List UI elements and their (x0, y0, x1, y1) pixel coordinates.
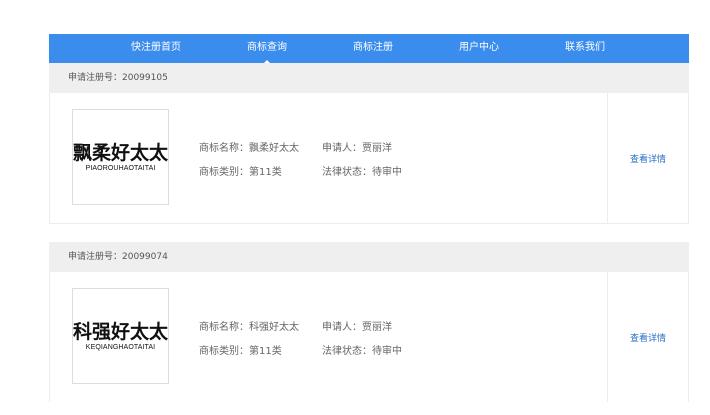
nav-trademark-register[interactable]: 商标注册 (353, 34, 393, 63)
view-details-link[interactable]: 查看详情 (630, 331, 666, 344)
nav-trademark-search[interactable]: 商标查询 (247, 34, 287, 63)
top-nav: 快注册首页 商标查询 商标注册 用户中心 联系我们 (49, 34, 689, 63)
result-card: 申请注册号：20099105 飘柔好太太 PIAOROUHAOTAITAI 商标… (49, 63, 689, 224)
column-divider (607, 272, 608, 402)
trademark-logo[interactable]: 科强好太太 KEQIANGHAOTAITAI (72, 288, 169, 384)
logo-chinese-text: 科强好太太 (73, 320, 169, 343)
trademark-category: 商标类别：第11类 (199, 167, 282, 178)
trademark-logo[interactable]: 飘柔好太太 PIAOROUHAOTAITAI (72, 109, 169, 205)
logo-pinyin-text: KEQIANGHAOTAITAI (85, 343, 156, 351)
legal-status: 法律状态：待审中 (322, 346, 402, 357)
column-divider (607, 93, 608, 223)
applicant: 申请人：贾丽洋 (322, 322, 392, 333)
result-card: 申请注册号：20099074 科强好太太 KEQIANGHAOTAITAI 商标… (49, 242, 689, 402)
nav-contact-us[interactable]: 联系我们 (565, 34, 605, 63)
result-body: 科强好太太 KEQIANGHAOTAITAI 商标名称：科强好太太 申请人：贾丽… (49, 272, 689, 402)
registration-number: 申请注册号：20099074 (49, 242, 689, 272)
logo-pinyin-text: PIAOROUHAOTAITAI (85, 164, 156, 172)
legal-status: 法律状态：待审中 (322, 167, 402, 178)
view-details-link[interactable]: 查看详情 (630, 152, 666, 165)
logo-chinese-text: 飘柔好太太 (73, 141, 169, 164)
result-body: 飘柔好太太 PIAOROUHAOTAITAI 商标名称：飘柔好太太 申请人：贾丽… (49, 93, 689, 224)
registration-number: 申请注册号：20099105 (49, 63, 689, 93)
trademark-category: 商标类别：第11类 (199, 346, 282, 357)
applicant: 申请人：贾丽洋 (322, 143, 392, 154)
nav-user-center[interactable]: 用户中心 (459, 34, 499, 63)
nav-home[interactable]: 快注册首页 (131, 34, 181, 63)
trademark-name: 商标名称：科强好太太 (199, 322, 299, 333)
trademark-name: 商标名称：飘柔好太太 (199, 143, 299, 154)
